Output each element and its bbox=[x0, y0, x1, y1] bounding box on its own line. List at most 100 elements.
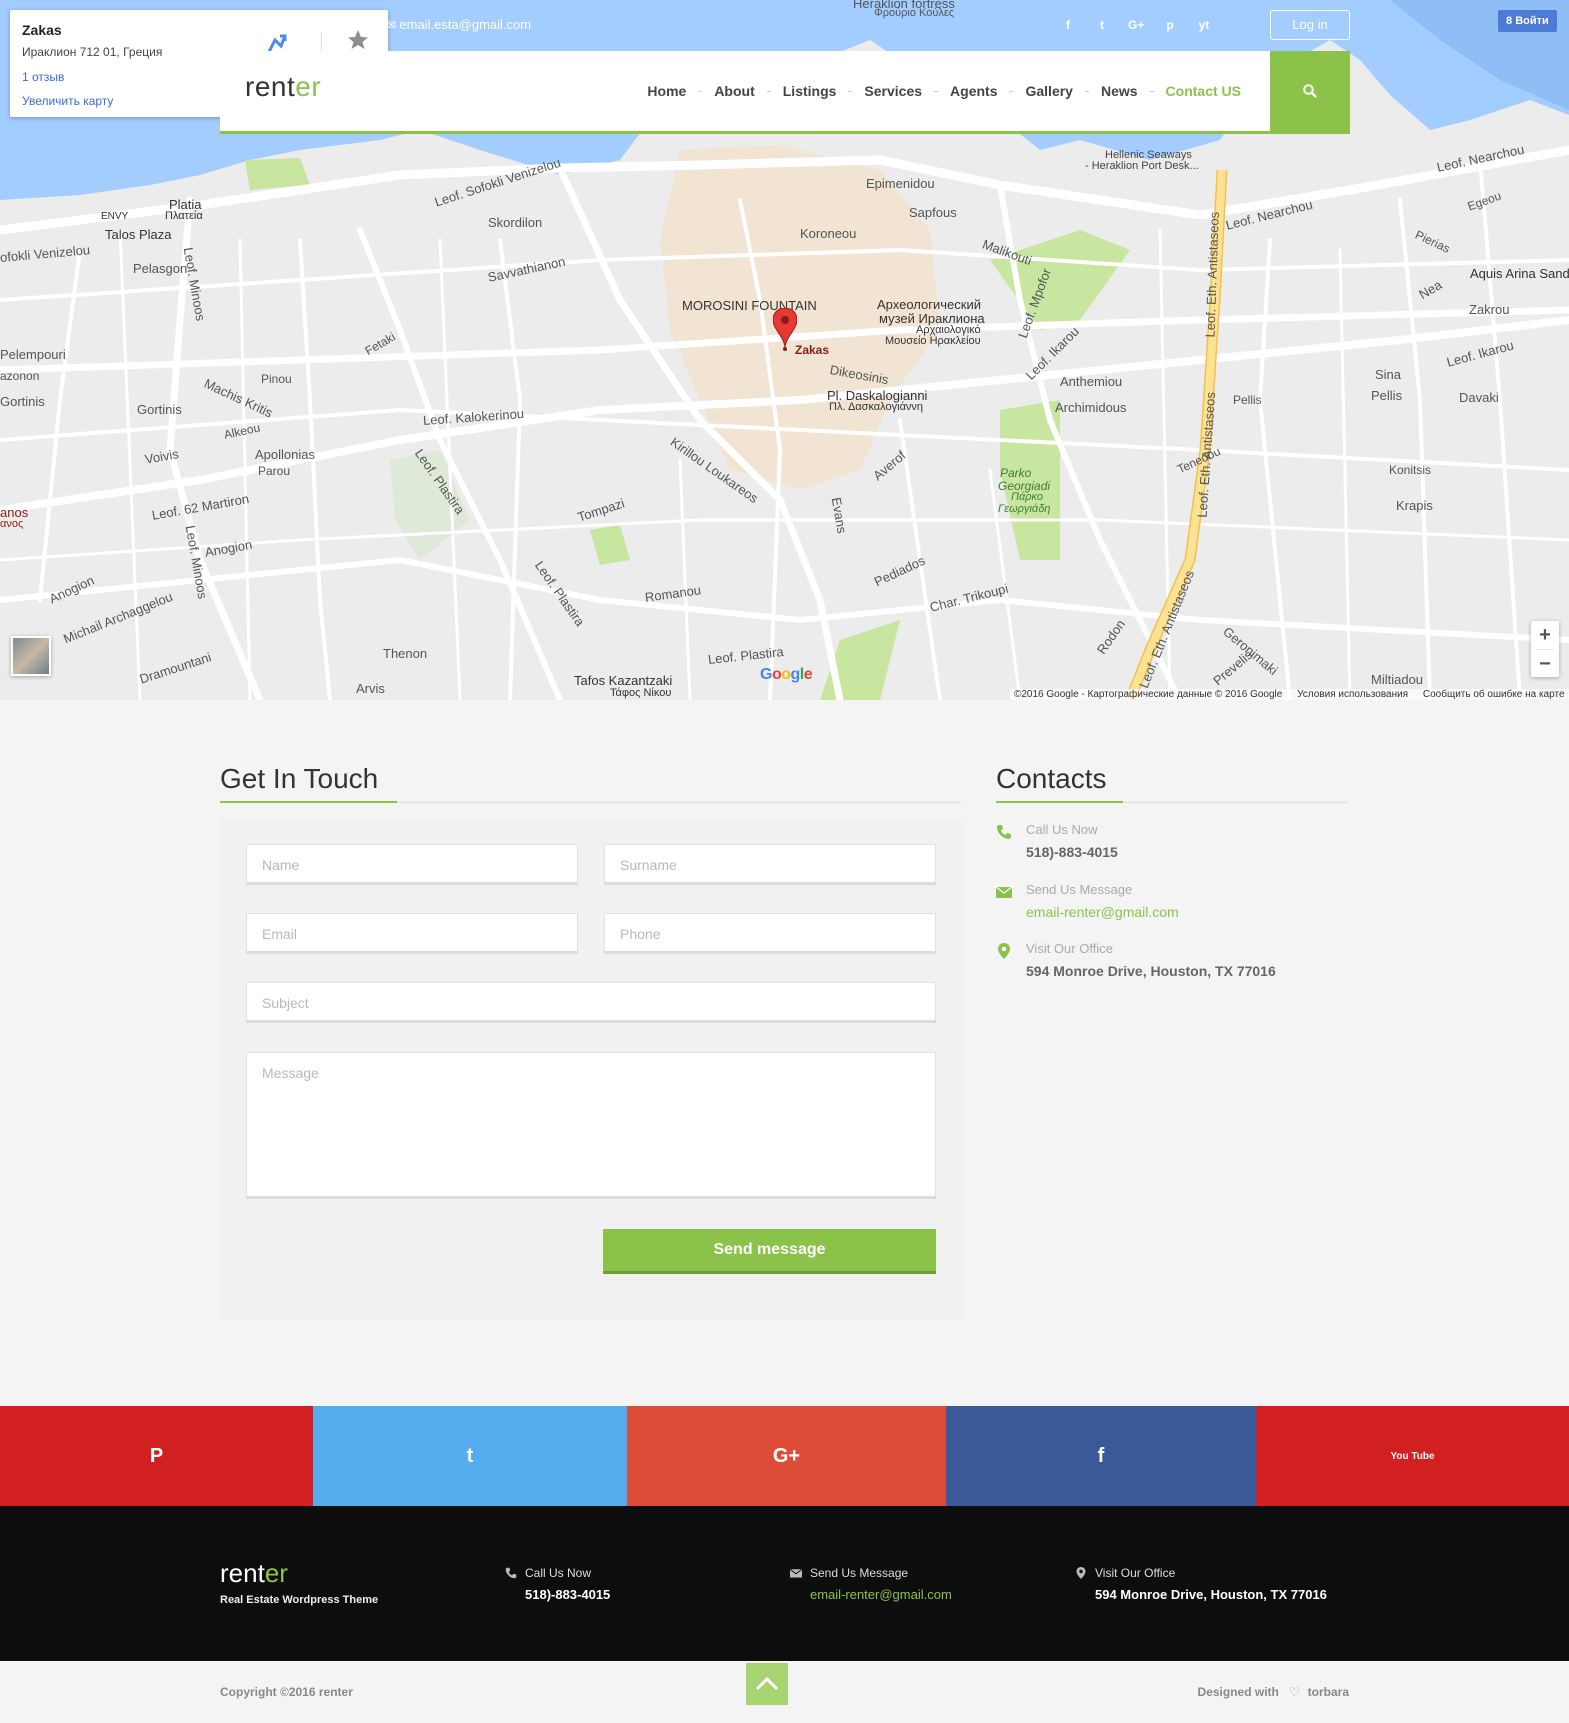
copyright: Copyright ©2016 renter bbox=[220, 1685, 353, 1699]
map-label: Γεωργιάδη bbox=[998, 503, 1051, 515]
bottom-bar: Copyright ©2016 renter Designed with ♡ tor… bbox=[0, 1661, 1569, 1723]
facebook-icon[interactable]: f bbox=[1060, 17, 1076, 33]
map-label: Pelasgon bbox=[133, 261, 188, 276]
login-button[interactable]: Log in bbox=[1270, 10, 1350, 40]
designer-link[interactable]: torbara bbox=[1308, 1685, 1349, 1699]
map-label: Zakrou bbox=[1469, 302, 1510, 317]
twitter-tile[interactable]: t bbox=[313, 1406, 627, 1506]
map-copyright: ©2016 Google - Картографические данные ©… bbox=[1014, 689, 1283, 700]
map-label: azonon bbox=[0, 369, 40, 383]
map-label: Археологический bbox=[877, 297, 981, 312]
google-plus-icon[interactable]: G+ bbox=[1128, 17, 1144, 33]
nav-news[interactable]: News bbox=[1084, 83, 1152, 99]
map-marker-icon[interactable] bbox=[773, 308, 797, 352]
back-to-top-button[interactable] bbox=[746, 1663, 788, 1705]
place-reviews-link[interactable]: 1 отзыв bbox=[22, 70, 64, 84]
zoom-in-button[interactable]: + bbox=[1531, 621, 1559, 649]
topbar-social: f t G+ p yt bbox=[1060, 17, 1212, 33]
map-label: Πλ. Δασκαλογιάννη bbox=[829, 401, 924, 413]
map-pin-icon bbox=[1076, 1567, 1086, 1579]
map-label: Pellis bbox=[1371, 388, 1403, 403]
report-error-link[interactable]: Сообщить об ошибке на карте bbox=[1423, 689, 1565, 700]
social-strip: P t G+ f You Tube bbox=[0, 1406, 1569, 1506]
youtube-icon[interactable]: yt bbox=[1196, 17, 1212, 33]
footer-logo[interactable]: renter bbox=[220, 1558, 288, 1589]
map-label: Φρούριο Κούλες bbox=[874, 7, 955, 19]
contact-office-label: Visit Our Office bbox=[1026, 941, 1113, 956]
designed-prefix: Designed with bbox=[1197, 1685, 1279, 1699]
subject-input[interactable]: Subject bbox=[246, 982, 936, 1023]
twitter-icon: t bbox=[466, 1444, 474, 1467]
contact-phone-value: 518)-883-4015 bbox=[1026, 844, 1118, 860]
contact-office-value: 594 Monroe Drive, Houston, TX 77016 bbox=[1026, 963, 1276, 979]
footer-email-label: Send Us Message bbox=[810, 1566, 909, 1580]
pinterest-tile[interactable]: P bbox=[0, 1406, 313, 1506]
map-label: Gortinis bbox=[0, 394, 45, 409]
footer-email-link[interactable]: email-renter@gmail.com bbox=[810, 1587, 952, 1602]
map-label: Parko bbox=[1000, 466, 1032, 480]
save-star-icon[interactable] bbox=[346, 28, 370, 52]
map-label: Talos Plaza bbox=[105, 227, 172, 242]
heart-icon: ♡ bbox=[1288, 1685, 1300, 1699]
map-pin-icon bbox=[998, 943, 1010, 959]
map-label: - Heraklion Port Desk... bbox=[1085, 160, 1199, 172]
nav-contact[interactable]: Contact US bbox=[1149, 83, 1255, 99]
contact-phone-label: Call Us Now bbox=[1026, 822, 1098, 837]
map-label: Parou bbox=[258, 464, 291, 478]
contacts-title: Contacts bbox=[996, 763, 1107, 794]
site-header: renter Home About Listings Services Agen… bbox=[220, 51, 1350, 134]
terms-link[interactable]: Условия использования bbox=[1297, 689, 1408, 700]
footer-logo-main: rent bbox=[220, 1558, 265, 1588]
facebook-tile[interactable]: f bbox=[946, 1406, 1256, 1506]
mail-icon: ✉ bbox=[386, 18, 400, 32]
enlarge-map-link[interactable]: Увеличить карту bbox=[22, 94, 113, 108]
map-label: Anthemiou bbox=[1060, 374, 1123, 389]
footer-logo-accent: er bbox=[264, 1558, 288, 1588]
site-logo[interactable]: renter bbox=[245, 71, 321, 103]
email-input[interactable]: Email bbox=[246, 913, 578, 954]
search-button[interactable] bbox=[1270, 51, 1350, 131]
topbar-email[interactable]: ✉ email.esta@gmail.com bbox=[386, 17, 531, 32]
map-label: Πάρκο bbox=[1011, 491, 1044, 503]
facebook-icon: f bbox=[1097, 1444, 1105, 1467]
map-label: ανος bbox=[0, 518, 24, 530]
phone-icon bbox=[997, 825, 1011, 839]
surname-input[interactable]: Surname bbox=[604, 844, 936, 885]
contact-email-link[interactable]: email-renter@gmail.com bbox=[1026, 904, 1179, 920]
nav-about[interactable]: About bbox=[698, 83, 768, 99]
map-label: Miltiadou bbox=[1371, 672, 1424, 687]
title-underline bbox=[220, 801, 397, 803]
phone-icon bbox=[505, 1567, 517, 1579]
map-label: Archimidous bbox=[1055, 400, 1127, 415]
nav-home[interactable]: Home bbox=[633, 83, 700, 99]
satellite-toggle[interactable] bbox=[11, 636, 51, 676]
designed-by: Designed with ♡ torbara bbox=[1198, 1685, 1349, 1699]
map-label: Skordilon bbox=[488, 215, 543, 230]
get-in-touch-title: Get In Touch bbox=[220, 763, 379, 794]
google-plus-tile[interactable]: G+ bbox=[627, 1406, 946, 1506]
nav-listings[interactable]: Listings bbox=[766, 83, 851, 99]
nav-gallery[interactable]: Gallery bbox=[1009, 83, 1086, 99]
footer-tagline: Real Estate Wordpress Theme bbox=[220, 1594, 379, 1606]
phone-input[interactable]: Phone bbox=[604, 913, 936, 954]
nav-agents[interactable]: Agents bbox=[934, 83, 1011, 99]
send-message-button[interactable]: Send message bbox=[603, 1229, 936, 1274]
google-signin-button[interactable]: 8 Войти bbox=[1498, 10, 1557, 32]
zoom-out-button[interactable]: − bbox=[1531, 650, 1559, 678]
pinterest-icon[interactable]: p bbox=[1162, 17, 1178, 33]
map-label: ENVY bbox=[101, 211, 129, 222]
map-label: Sina bbox=[1375, 367, 1402, 382]
name-input[interactable]: Name bbox=[246, 844, 578, 885]
envelope-icon bbox=[790, 1568, 802, 1578]
map-label: Μουσείο Ηρακλείου bbox=[885, 335, 981, 347]
topbar-email-text: email.esta@gmail.com bbox=[399, 17, 532, 32]
map-marker-label: Zakas bbox=[795, 343, 830, 357]
youtube-tile[interactable]: You Tube bbox=[1256, 1406, 1569, 1506]
contact-email-label: Send Us Message bbox=[1026, 882, 1133, 897]
twitter-icon[interactable]: t bbox=[1094, 17, 1110, 33]
message-textarea[interactable]: Message bbox=[246, 1052, 936, 1199]
nav-services[interactable]: Services bbox=[848, 83, 936, 99]
pinterest-icon: P bbox=[149, 1444, 164, 1467]
map-label: Pelempouri bbox=[0, 347, 66, 362]
footer-office-value: 594 Monroe Drive, Houston, TX 77016 bbox=[1095, 1587, 1327, 1602]
